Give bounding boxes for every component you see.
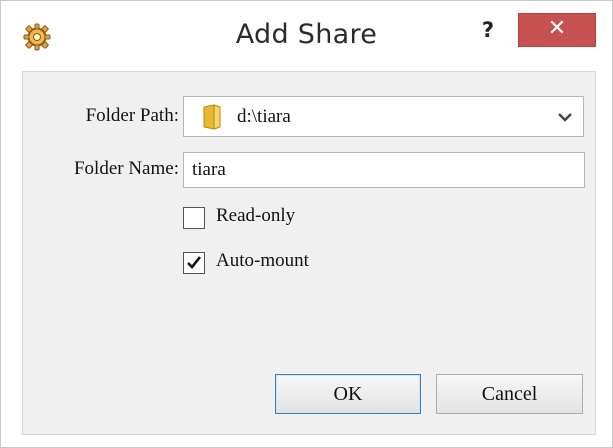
close-icon: ✕	[547, 16, 567, 41]
close-button[interactable]: ✕	[518, 13, 596, 47]
folder-name-label: Folder Name:	[73, 158, 179, 179]
cancel-button[interactable]: Cancel	[436, 374, 583, 414]
title-bar: Add Share ? ✕	[1, 1, 612, 71]
folder-path-value: d:\tiara	[237, 106, 291, 127]
ok-button[interactable]: OK	[275, 374, 421, 414]
help-button[interactable]: ?	[471, 13, 505, 47]
dialog-body: Folder Path: d:\tiara Folder Name: tiara…	[22, 71, 596, 435]
auto-mount-checkbox[interactable]	[183, 252, 205, 274]
folder-icon	[198, 103, 226, 131]
checkmark-icon	[187, 256, 202, 269]
chevron-down-icon[interactable]	[557, 110, 573, 124]
folder-name-input[interactable]: tiara	[183, 152, 585, 188]
folder-path-combobox[interactable]: d:\tiara	[183, 96, 584, 137]
read-only-label[interactable]: Read-only	[216, 205, 295, 227]
folder-path-label: Folder Path:	[85, 105, 179, 126]
add-share-dialog: Add Share ? ✕ Folder Path: d:\tiara Fold…	[0, 0, 613, 448]
auto-mount-label[interactable]: Auto-mount	[216, 250, 309, 272]
read-only-checkbox[interactable]	[183, 207, 205, 229]
